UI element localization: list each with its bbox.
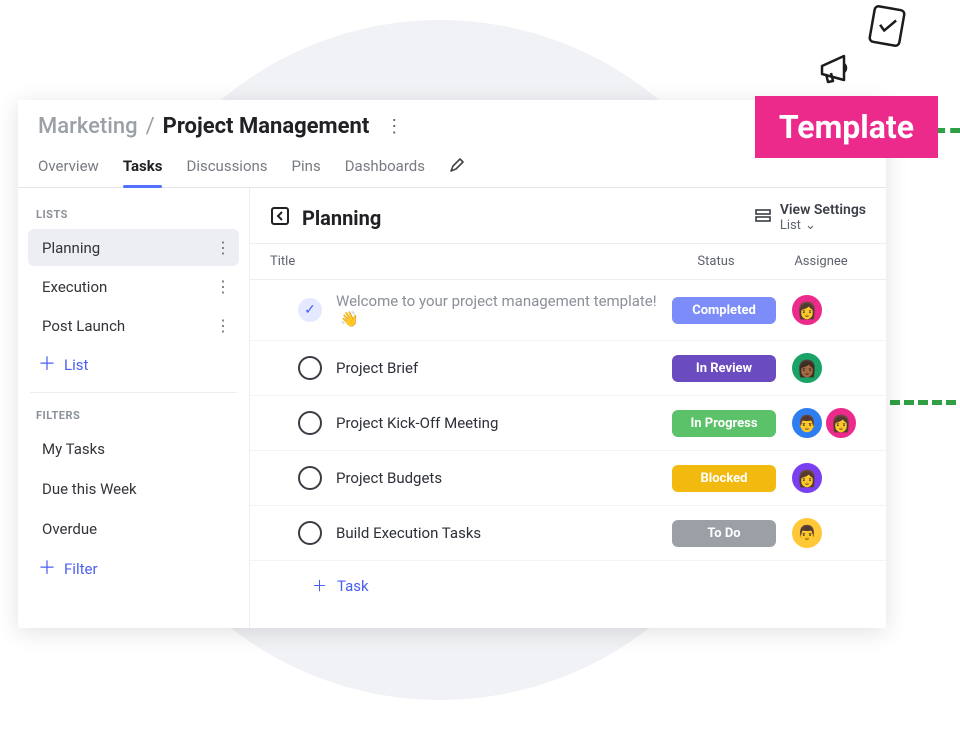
main-panel: Planning View Settings List ⌄ Title Statu… <box>250 188 886 628</box>
avatar[interactable]: 👩 <box>826 408 856 438</box>
sidebar-filter-my-tasks[interactable]: My Tasks <box>28 430 239 468</box>
breadcrumb-current[interactable]: Project Management <box>163 114 370 139</box>
task-title: Build Execution Tasks <box>336 524 672 542</box>
plus-icon: ＋ <box>312 575 327 596</box>
column-status-header[interactable]: Status <box>656 254 776 269</box>
task-checkbox-done[interactable]: ✓ <box>298 298 322 322</box>
avatar[interactable]: 👩 <box>792 463 822 493</box>
view-mode-label: List <box>780 218 801 233</box>
add-task-button[interactable]: ＋ Task <box>250 561 886 610</box>
collapse-panel-icon[interactable] <box>270 206 290 230</box>
sidebar-divider <box>30 392 237 393</box>
tab-overview[interactable]: Overview <box>38 151 99 187</box>
avatar[interactable]: 👨 <box>792 518 822 548</box>
megaphone-icon <box>814 46 860 92</box>
list-item-label: Execution <box>42 278 107 296</box>
wave-emoji: 👋 <box>340 310 359 328</box>
assignee-cell[interactable]: 👩 <box>776 295 866 325</box>
task-row[interactable]: Project Kick-Off MeetingIn Progress👨👩 <box>250 396 886 451</box>
task-row[interactable]: Project BudgetsBlocked 👩 <box>250 451 886 506</box>
tab-tasks[interactable]: Tasks <box>123 151 163 187</box>
task-row[interactable]: Project BriefIn Review 👩🏾 <box>250 341 886 396</box>
dashed-connector-end <box>890 400 960 405</box>
task-title: Welcome to your project management templ… <box>336 292 672 328</box>
list-view-icon <box>754 207 772 229</box>
chevron-down-icon: ⌄ <box>805 218 816 233</box>
status-badge[interactable]: In Progress <box>672 410 776 437</box>
task-row[interactable]: Build Execution TasksTo Do 👨 <box>250 506 886 561</box>
add-task-label: Task <box>337 577 369 595</box>
edit-tabs-icon[interactable] <box>449 151 465 187</box>
assignee-cell[interactable]: 👩🏾 <box>776 353 866 383</box>
sidebar-list-planning[interactable]: Planning ⋮ <box>28 229 239 266</box>
sidebar-list-execution[interactable]: Execution ⋮ <box>28 268 239 305</box>
column-title-header[interactable]: Title <box>270 254 656 269</box>
task-row[interactable]: ✓ Welcome to your project management temp… <box>250 280 886 341</box>
list-title: Planning <box>302 206 381 230</box>
assignee-cell[interactable]: 👨👩 <box>776 408 866 438</box>
app-window: Marketing / Project Management ⋮ Overvie… <box>18 100 886 628</box>
status-badge[interactable]: Completed <box>672 297 776 324</box>
status-badge[interactable]: In Review <box>672 355 776 382</box>
task-title: Project Brief <box>336 359 672 377</box>
add-list-button[interactable]: ＋ List <box>24 346 243 384</box>
column-headers: Title Status Assignee <box>250 244 886 280</box>
task-rows: ✓ Welcome to your project management temp… <box>250 280 886 628</box>
sidebar-list-post-launch[interactable]: Post Launch ⋮ <box>28 307 239 344</box>
sidebar-filter-overdue[interactable]: Overdue <box>28 510 239 548</box>
avatar[interactable]: 👩🏾 <box>792 353 822 383</box>
tab-dashboards[interactable]: Dashboards <box>345 151 425 187</box>
add-list-label: List <box>64 356 88 374</box>
avatar[interactable]: 👨 <box>792 408 822 438</box>
task-checkbox[interactable] <box>298 466 322 490</box>
task-title: Project Budgets <box>336 469 672 487</box>
breadcrumb-root[interactable]: Marketing <box>38 114 138 139</box>
checklist-icon <box>866 0 908 50</box>
task-checkbox[interactable] <box>298 356 322 380</box>
filters-section-label: FILTERS <box>24 401 243 428</box>
body: LISTS Planning ⋮ Execution ⋮ Post Launch ⋮ ＋ … <box>18 188 886 628</box>
main-header: Planning View Settings List ⌄ <box>250 188 886 244</box>
task-checkbox[interactable] <box>298 521 322 545</box>
add-filter-label: Filter <box>64 560 98 578</box>
avatar[interactable]: 👩 <box>792 295 822 325</box>
add-filter-button[interactable]: ＋ Filter <box>24 550 243 588</box>
status-badge[interactable]: Blocked <box>672 465 776 492</box>
assignee-cell[interactable]: 👩 <box>776 463 866 493</box>
sidebar-filter-due-this-week[interactable]: Due this Week <box>28 470 239 508</box>
dashed-connector <box>920 128 960 408</box>
status-badge[interactable]: To Do <box>672 520 776 547</box>
plus-icon: ＋ <box>38 356 56 374</box>
list-item-more-icon[interactable]: ⋮ <box>215 238 231 257</box>
tab-discussions[interactable]: Discussions <box>186 151 267 187</box>
assignee-cell[interactable]: 👨 <box>776 518 866 548</box>
list-item-more-icon[interactable]: ⋮ <box>215 277 231 296</box>
view-settings-button[interactable]: View Settings List ⌄ <box>754 202 866 233</box>
task-title: Project Kick-Off Meeting <box>336 414 672 432</box>
breadcrumb-separator: / <box>146 114 155 139</box>
tab-pins[interactable]: Pins <box>292 151 321 187</box>
list-item-label: Post Launch <box>42 317 125 335</box>
column-assignee-header[interactable]: Assignee <box>776 254 866 269</box>
list-item-more-icon[interactable]: ⋮ <box>215 316 231 335</box>
sidebar: LISTS Planning ⋮ Execution ⋮ Post Launch ⋮ ＋ … <box>18 188 250 628</box>
lists-section-label: LISTS <box>24 200 243 227</box>
plus-icon: ＋ <box>38 560 56 578</box>
list-item-label: Planning <box>42 239 100 257</box>
more-menu-icon[interactable]: ⋮ <box>385 116 403 137</box>
template-badge: Template <box>755 96 938 158</box>
view-settings-label: View Settings <box>780 202 866 218</box>
task-checkbox[interactable] <box>298 411 322 435</box>
